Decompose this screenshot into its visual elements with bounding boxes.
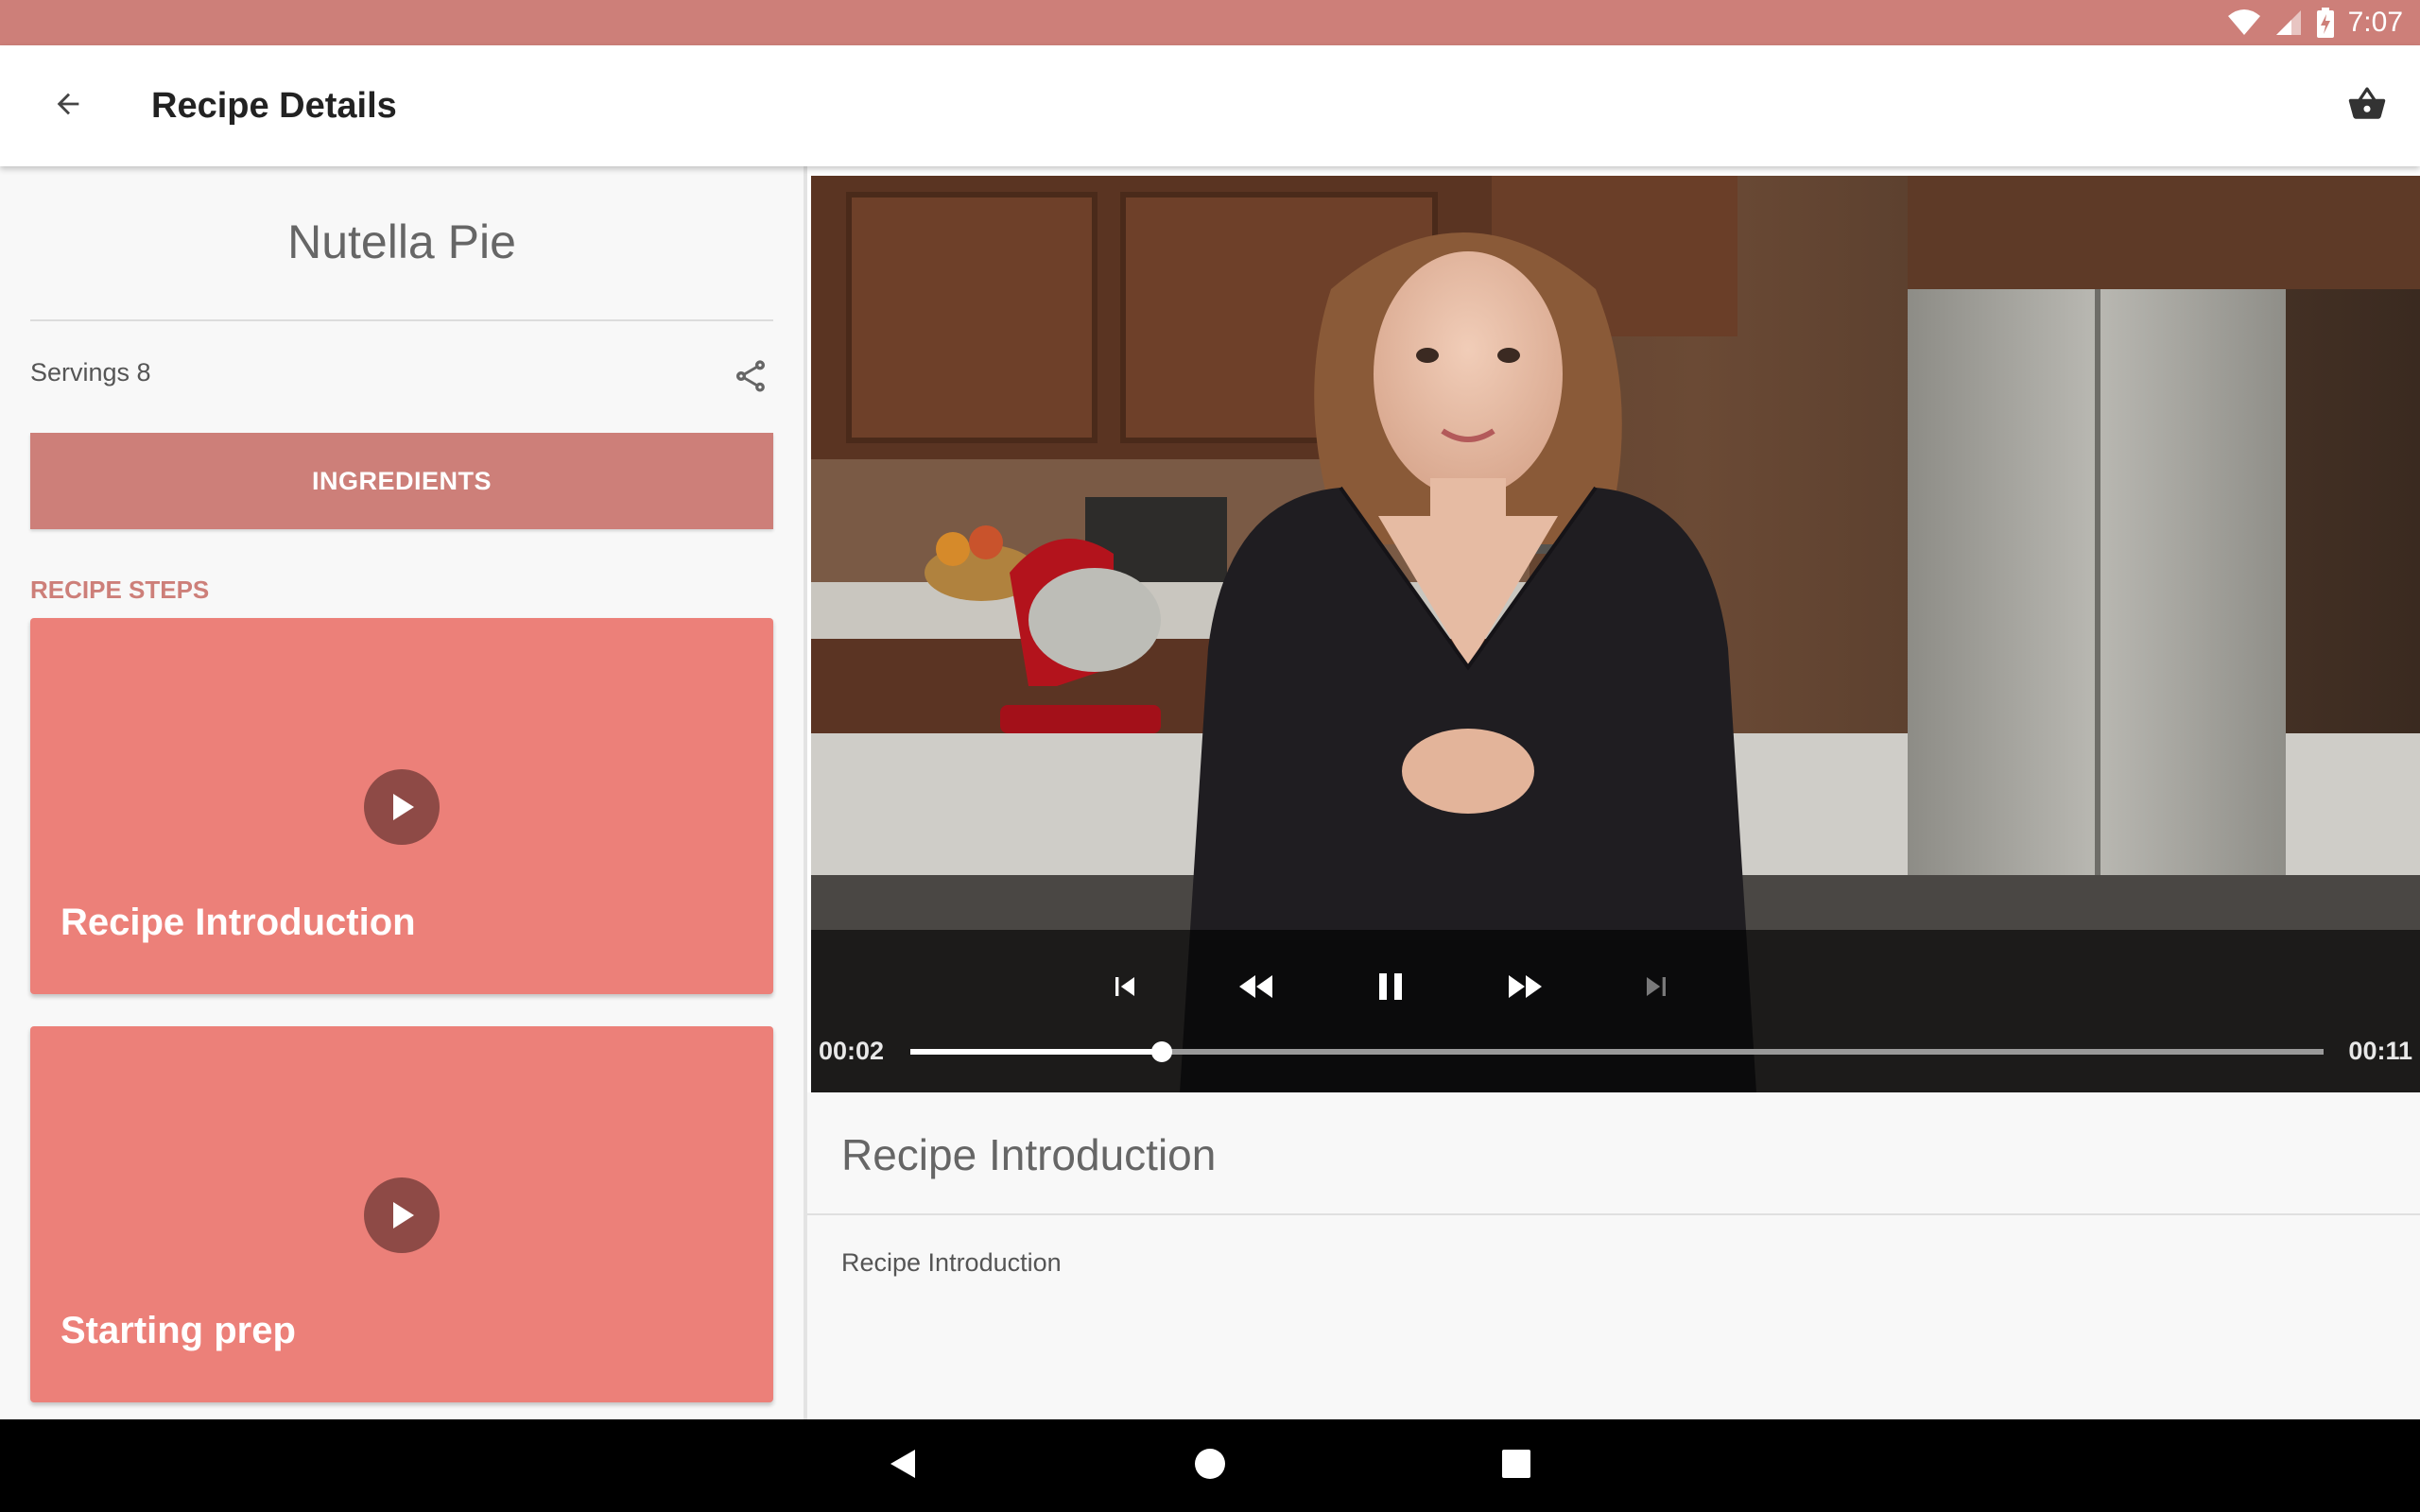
- video-player[interactable]: 00:02 00:11: [811, 176, 2420, 1092]
- divider: [30, 319, 773, 321]
- app-bar: Recipe Details: [0, 45, 2420, 166]
- system-nav-bar: [0, 1419, 2420, 1512]
- play-icon: [364, 1177, 440, 1253]
- pause-icon: [1368, 964, 1413, 1014]
- back-button[interactable]: [38, 76, 98, 136]
- signal-icon: [2274, 9, 2303, 37]
- step-card-starting-prep[interactable]: Starting prep: [30, 1026, 773, 1402]
- shopping-basket-icon: [2347, 84, 2387, 129]
- nav-recents-icon: [1500, 1448, 1532, 1485]
- player-controls: 00:02 00:11: [811, 930, 2420, 1092]
- recipe-steps-header: RECIPE STEPS: [30, 576, 210, 604]
- play-icon: [364, 769, 440, 845]
- arrow-back-icon: [52, 88, 84, 125]
- nav-back-icon: [887, 1447, 921, 1486]
- status-icons: 7:07: [2227, 0, 2403, 45]
- nav-back-button[interactable]: [873, 1435, 934, 1496]
- fast-forward-icon: [1501, 964, 1547, 1014]
- battery-charging-icon: [2316, 8, 2335, 38]
- step-detail-panel: Recipe Introduction Recipe Introduction: [807, 1092, 2420, 1419]
- shopping-basket-button[interactable]: [2337, 76, 2397, 136]
- seek-bar[interactable]: [910, 1041, 2324, 1062]
- recipe-name: Nutella Pie: [287, 215, 516, 268]
- step-title: Starting prep: [60, 1310, 296, 1351]
- share-icon: [732, 357, 769, 400]
- recipe-panel: Nutella Pie Servings 8 INGREDIENTS RECIP…: [0, 166, 804, 1419]
- status-bar: 7:07: [0, 0, 2420, 45]
- skip-previous-button[interactable]: [1095, 958, 1155, 1019]
- rewind-button[interactable]: [1227, 958, 1288, 1019]
- page-title: Recipe Details: [151, 86, 397, 126]
- servings-label: Servings 8: [30, 358, 151, 387]
- ingredients-button[interactable]: INGREDIENTS: [30, 433, 773, 529]
- current-time: 00:02: [819, 1037, 885, 1065]
- skip-next-icon: [1637, 968, 1675, 1010]
- seek-bar-progress: [910, 1049, 1163, 1055]
- fast-forward-button[interactable]: [1494, 958, 1554, 1019]
- skip-previous-icon: [1106, 968, 1144, 1010]
- step-detail-title: Recipe Introduction: [841, 1130, 1217, 1179]
- divider: [807, 1213, 2420, 1215]
- seek-bar-thumb[interactable]: [1151, 1041, 1173, 1062]
- nav-home-button[interactable]: [1180, 1435, 1240, 1496]
- duration: 00:11: [2348, 1037, 2412, 1065]
- step-title: Recipe Introduction: [60, 902, 416, 943]
- step-card-recipe-introduction[interactable]: Recipe Introduction: [30, 618, 773, 994]
- pause-button[interactable]: [1360, 958, 1421, 1019]
- skip-next-button[interactable]: [1626, 958, 1686, 1019]
- rewind-icon: [1235, 964, 1280, 1014]
- share-button[interactable]: [722, 350, 779, 406]
- nav-recents-button[interactable]: [1486, 1435, 1547, 1496]
- nav-home-icon: [1193, 1447, 1227, 1486]
- status-time: 7:07: [2347, 7, 2403, 38]
- wifi-icon: [2227, 9, 2261, 37]
- step-detail-description: Recipe Introduction: [841, 1248, 1062, 1277]
